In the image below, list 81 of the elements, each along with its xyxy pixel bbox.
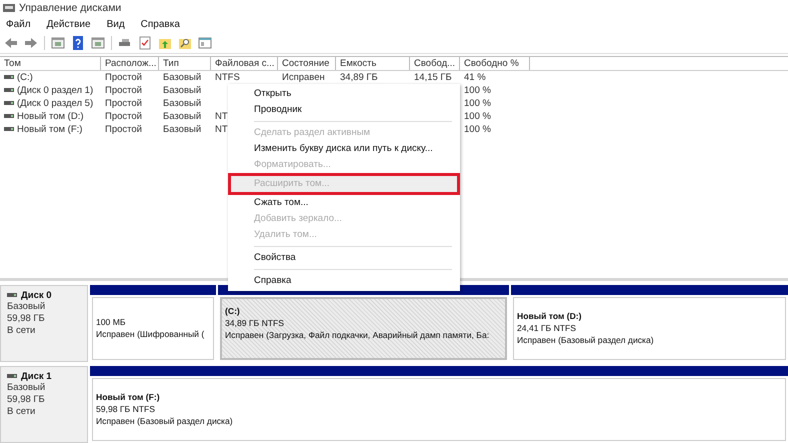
table-cell: 34,89 ГБ (340, 72, 378, 83)
column-header[interactable]: Свобод... (410, 56, 460, 70)
menu-item[interactable]: Файл (6, 18, 31, 30)
table-cell: 100 % (464, 98, 491, 109)
table-cell: (Диск 0 раздел 1) (17, 84, 94, 96)
column-header[interactable]: Располож... (101, 56, 159, 70)
partition-block[interactable]: Новый том (F:) 59,98 ГБ NTFS Исправен (Базовый раздел диска) (92, 378, 786, 441)
menu-item[interactable]: Свойства (228, 250, 460, 266)
column-header[interactable]: Емкость (336, 56, 410, 70)
partition-title: (C:) (225, 304, 241, 317)
disk-name: Диск 1 (21, 370, 52, 382)
menu-item[interactable]: Открыть (228, 86, 460, 102)
table-cell: NT (215, 110, 228, 122)
table-cell: Базовый (163, 98, 202, 109)
menu-item[interactable]: Вид (106, 18, 125, 30)
table-cell: Базовый (163, 84, 202, 96)
panel-icon[interactable] (91, 36, 105, 50)
column-header[interactable]: Том (0, 56, 101, 70)
forward-icon[interactable] (24, 36, 38, 50)
table-cell: Простой (105, 98, 142, 109)
partition-status: Исправен (Загрузка, Файл подкачки, Аварийный дамп памяти, Ба: (225, 328, 490, 341)
disk-type: Базовый (7, 382, 46, 394)
panel-icon[interactable] (51, 36, 65, 50)
volume-icon (4, 88, 14, 92)
back-icon[interactable] (4, 36, 18, 50)
partition-block[interactable]: 100 МБ Исправен (Шифрованный ( (92, 296, 214, 360)
disk-size: 59,98 ГБ (7, 394, 46, 406)
disk-name: Диск 0 (21, 290, 52, 301)
table-cell: 100 % (464, 124, 491, 135)
volume-icon (4, 127, 14, 132)
table-cell: 100 % (464, 110, 491, 122)
disk-type: Базовый (7, 300, 46, 313)
table-cell: Исправен (282, 72, 325, 83)
menu-item[interactable]: Проводник (228, 102, 460, 118)
table-cell: Базовый (163, 110, 202, 122)
table-cell: (Диск 0 раздел 5) (17, 98, 94, 109)
table-cell: Новый том (D:) (17, 110, 84, 122)
partition-status: Исправен (Шифрованный ( (96, 328, 206, 340)
table-cell: Базовый (163, 124, 202, 135)
column-header[interactable]: Свободно % (460, 56, 530, 70)
window-icon[interactable] (198, 36, 212, 50)
checklist-icon[interactable] (138, 36, 152, 50)
table-cell: Новый том (F:) (17, 124, 82, 135)
table-cell: 41 % (464, 72, 486, 83)
table-cell: Простой (105, 84, 142, 96)
partition-size: 24,41 ГБ NTFS (517, 322, 578, 334)
table-cell: Простой (105, 124, 142, 135)
partition-status: Исправен (Базовый раздел диска) (96, 415, 234, 428)
table-cell: 14,15 ГБ (414, 72, 452, 83)
column-header[interactable]: Файловая с... (211, 56, 278, 70)
window-title: Управление дисками (19, 2, 122, 14)
partition-block[interactable]: Новый том (D:) 24,41 ГБ NTFS Исправен (Базовый раздел диска) (513, 296, 786, 360)
menu-item[interactable]: Действие (46, 18, 91, 30)
table-cell: NTFS (215, 72, 240, 83)
disk-status: В сети (7, 324, 36, 337)
volume-icon (4, 75, 14, 80)
disk-status: В сети (7, 406, 36, 418)
column-header[interactable]: Тип (159, 56, 211, 70)
menu-item[interactable]: Справка (140, 18, 180, 30)
table-cell: (C:) (17, 72, 33, 83)
partition-title: Новый том (D:) (517, 310, 583, 322)
menu-item[interactable]: Изменить букву диска или путь к диску... (228, 140, 460, 157)
partition-size: 100 МБ (96, 316, 127, 328)
table-cell: Базовый (163, 72, 202, 83)
partition-status: Исправен (Базовый раздел диска) (517, 334, 655, 346)
table-cell: Простой (105, 72, 142, 83)
app-icon (3, 2, 15, 13)
table-cell: 100 % (464, 84, 491, 96)
partition-size: 59,98 ГБ NTFS (96, 403, 156, 416)
partition-block[interactable]: (C:) 34,89 ГБ NTFS Исправен (Загрузка, Файл подкачки, Аварийный дамп памяти, Ба: (220, 296, 507, 360)
partition-title: Новый том (F:) (96, 391, 161, 404)
menu-item[interactable]: Сжать том... (228, 194, 460, 211)
help-icon[interactable] (71, 36, 85, 50)
column-header[interactable]: Состояние (278, 56, 336, 70)
disk-size: 59,98 ГБ (7, 312, 46, 325)
volume-icon (4, 101, 14, 106)
volume-icon (4, 114, 14, 118)
menu-item[interactable]: Справка (228, 272, 460, 289)
table-cell: NT (215, 124, 228, 135)
table-cell: Простой (105, 110, 142, 122)
partition-size: 34,89 ГБ NTFS (225, 316, 286, 329)
